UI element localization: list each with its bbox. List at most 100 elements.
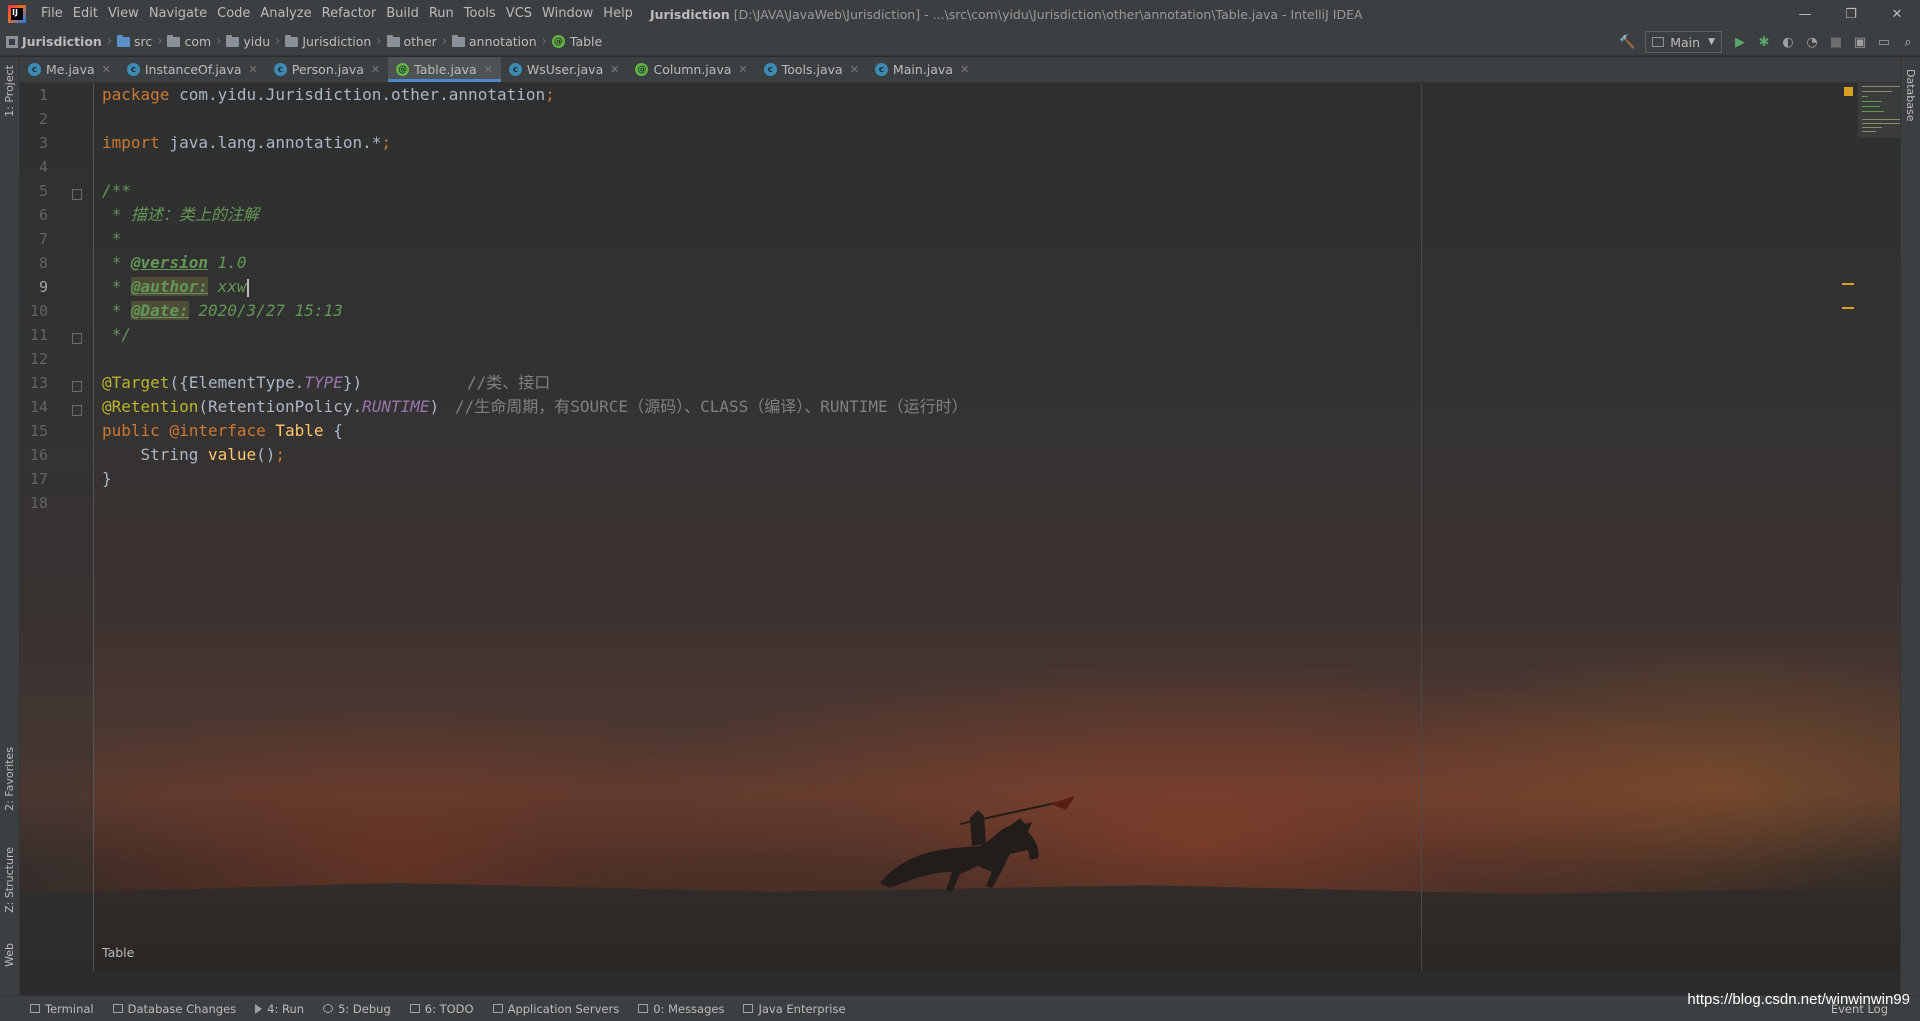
database-changes-button[interactable]: Database Changes [112, 1002, 236, 1016]
tab-tools-java[interactable]: c Tools.java ✕ [756, 57, 867, 82]
tab-me-java[interactable]: c Me.java ✕ [20, 57, 119, 82]
chevron-right-icon: › [275, 34, 281, 49]
terminal-button[interactable]: Terminal [30, 1002, 94, 1016]
code-line-6: * 描述：类上的注解 [102, 205, 259, 224]
restore-button[interactable]: ❐ [1828, 0, 1874, 28]
run-tool-button[interactable]: 4: Run [255, 1002, 304, 1016]
code-line-14: @Retention(RetentionPolicy.RUNTIME) [102, 397, 440, 416]
tab-main-java[interactable]: c Main.java ✕ [867, 57, 977, 82]
breadcrumb-annotation[interactable]: annotation [452, 34, 537, 49]
coverage-icon[interactable]: ◐ [1776, 30, 1800, 54]
tab-person-java[interactable]: c Person.java ✕ [266, 57, 388, 82]
watermark-url: https://blog.csdn.net/winwinwin99 [1687, 991, 1910, 1008]
close-window-button[interactable]: ✕ [1874, 0, 1920, 28]
warning-marker[interactable] [1842, 283, 1854, 285]
application-servers-button[interactable]: Application Servers [492, 1002, 619, 1016]
run-icon [255, 1003, 263, 1014]
breadcrumb-com[interactable]: com [167, 34, 211, 49]
minimize-button[interactable]: — [1782, 0, 1828, 28]
inspection-warning-icon[interactable] [1844, 87, 1853, 96]
annotation-type-icon: @ [551, 35, 565, 48]
right-tool-strip: Database [1900, 57, 1920, 995]
layout-icon[interactable]: ▭ [1872, 30, 1896, 54]
chevron-right-icon: › [441, 34, 448, 49]
menu-code[interactable]: Code [212, 0, 255, 28]
close-icon[interactable]: ✕ [102, 63, 111, 76]
menu-navigate[interactable]: Navigate [144, 0, 212, 28]
code-line-9: * @author: xxw [102, 277, 249, 297]
profile-icon[interactable]: ◔ [1800, 30, 1824, 54]
tab-column-java[interactable]: @ Column.java ✕ [627, 57, 755, 82]
menu-help[interactable]: Help [598, 0, 638, 28]
close-icon[interactable]: ✕ [610, 63, 619, 76]
intellij-logo-icon[interactable]: IJ [8, 5, 26, 23]
chevron-right-icon: › [541, 34, 547, 49]
breadcrumb-jurisdiction[interactable]: Jurisdiction [285, 34, 371, 49]
database-changes-icon [112, 1004, 123, 1013]
run-configuration-select[interactable]: Main ▼ [1645, 31, 1722, 53]
package-folder-icon [167, 34, 181, 47]
close-icon[interactable]: ✕ [739, 63, 748, 76]
messages-tool-button[interactable]: 0: Messages [638, 1002, 724, 1016]
class-icon: c [126, 63, 140, 76]
java-enterprise-button[interactable]: Java Enterprise [743, 1002, 846, 1016]
project-structure-icon[interactable]: ▣ [1848, 30, 1872, 54]
build-hammer-icon[interactable]: 🔨 [1615, 30, 1639, 54]
stop-icon[interactable]: ■ [1824, 30, 1848, 54]
editor-footer-breadcrumb[interactable]: Table [102, 945, 134, 960]
text-cursor [246, 278, 249, 297]
debug-icon[interactable]: ✱ [1752, 30, 1776, 54]
close-icon[interactable]: ✕ [371, 63, 380, 76]
favorites-tool-tab[interactable]: 2: Favorites [3, 747, 16, 811]
code-line-15: public @interface Table { [102, 421, 343, 440]
chevron-down-icon: ▼ [1708, 37, 1715, 47]
breadcrumb-other[interactable]: other [386, 34, 437, 49]
search-everywhere-icon[interactable]: ⌕ [1896, 30, 1920, 54]
fold-marker-icon[interactable] [72, 381, 82, 392]
menu-view[interactable]: View [103, 0, 144, 28]
menu-window[interactable]: Window [537, 0, 598, 28]
menu-build[interactable]: Build [381, 0, 424, 28]
breadcrumb-project[interactable]: Jurisdiction [6, 34, 102, 49]
code-minimap[interactable] [1858, 83, 1900, 138]
debug-tool-button[interactable]: 5: Debug [323, 1002, 391, 1016]
run-icon[interactable]: ▶ [1728, 30, 1752, 54]
database-tool-tab[interactable]: Database [1904, 69, 1917, 122]
code-comment-14: //生命周期，有SOURCE（源码）、CLASS（编译）、RUNTIME（运行时… [455, 397, 968, 416]
web-tool-tab[interactable]: Web [3, 943, 16, 967]
class-icon: c [874, 63, 888, 76]
code-line-1: package com.yidu.Jurisdiction.other.anno… [102, 85, 555, 104]
line-number: 14 [29, 398, 48, 416]
close-icon[interactable]: ✕ [960, 63, 969, 76]
breadcrumb-src[interactable]: src [117, 34, 152, 49]
navigation-bar: Jurisdiction › src › com › yidu › Jurisd… [0, 28, 1920, 56]
tab-instanceof-java[interactable]: c InstanceOf.java ✕ [119, 57, 266, 82]
debug-icon [323, 1004, 334, 1013]
breadcrumb-yidu[interactable]: yidu [226, 34, 270, 49]
fold-marker-icon[interactable] [72, 189, 82, 200]
warning-marker[interactable] [1842, 307, 1854, 309]
close-icon[interactable]: ✕ [850, 63, 859, 76]
error-stripe[interactable] [1840, 83, 1900, 971]
menu-file[interactable]: File [36, 0, 68, 28]
code-editor[interactable]: 1 2 3 4 5 6 7 8 9 10 11 12 13 14 15 16 1… [20, 83, 1900, 971]
code-line-16: String value(); [102, 445, 286, 464]
tab-table-java[interactable]: @ Table.java ✕ [388, 57, 501, 82]
breadcrumb-table[interactable]: @ Table [551, 34, 602, 49]
close-icon[interactable]: ✕ [484, 63, 493, 76]
menu-analyze[interactable]: Analyze [255, 0, 316, 28]
line-number: 4 [38, 158, 48, 176]
menu-edit[interactable]: Edit [68, 0, 103, 28]
structure-tool-tab[interactable]: Z: Structure [3, 847, 16, 913]
menu-vcs[interactable]: VCS [501, 0, 537, 28]
tab-wsuser-java[interactable]: c WsUser.java ✕ [501, 57, 628, 82]
menu-tools[interactable]: Tools [459, 0, 501, 28]
fold-marker-icon[interactable] [72, 333, 82, 344]
menu-run[interactable]: Run [424, 0, 459, 28]
todo-tool-button[interactable]: 6: TODO [409, 1002, 474, 1016]
menu-refactor[interactable]: Refactor [317, 0, 382, 28]
project-tool-tab[interactable]: 1: Project [3, 65, 16, 117]
line-number: 10 [29, 302, 48, 320]
close-icon[interactable]: ✕ [249, 63, 258, 76]
fold-marker-icon[interactable] [72, 405, 82, 416]
